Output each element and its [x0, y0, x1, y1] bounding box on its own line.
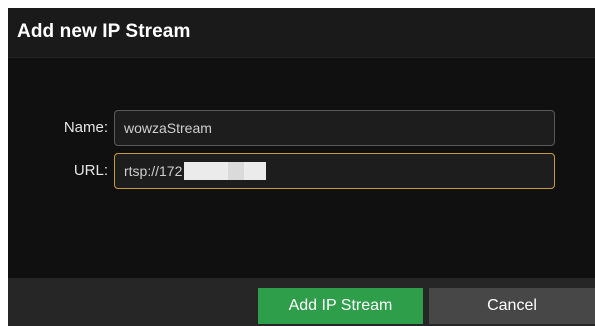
url-label: URL:	[73, 162, 108, 179]
cancel-button[interactable]: Cancel	[429, 288, 595, 324]
name-label: Name:	[63, 119, 108, 136]
name-row: Name:	[8, 110, 595, 146]
url-row: URL:	[8, 153, 595, 189]
add-ip-stream-dialog: Add new IP Stream Name: URL: Add IP Stre…	[8, 8, 595, 326]
dialog-title-bar: Add new IP Stream	[8, 8, 595, 58]
dialog-title: Add new IP Stream	[17, 21, 191, 42]
add-ip-stream-button[interactable]: Add IP Stream	[258, 288, 423, 324]
name-input[interactable]	[114, 110, 555, 146]
dialog-footer: Add IP Stream Cancel	[8, 278, 595, 326]
url-input[interactable]	[114, 153, 555, 189]
